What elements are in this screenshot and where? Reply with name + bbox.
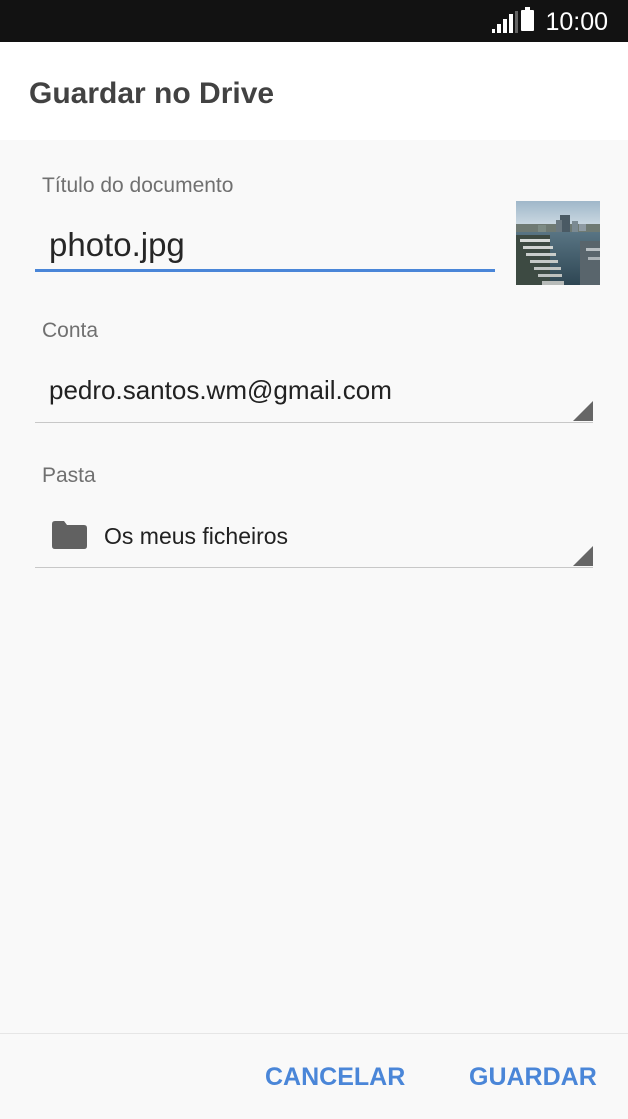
status-bar: 10:00: [0, 0, 628, 42]
document-title-input[interactable]: [35, 220, 495, 272]
save-button[interactable]: GUARDAR: [469, 1062, 597, 1092]
folder-label: Pasta: [42, 464, 96, 487]
battery-icon: [521, 7, 534, 31]
account-label: Conta: [42, 319, 99, 342]
cancel-button[interactable]: CANCELAR: [265, 1062, 405, 1092]
account-value: pedro.santos.wm@gmail.com: [49, 375, 392, 405]
page-title: Guardar no Drive: [29, 77, 275, 110]
folder-icon: [52, 521, 87, 549]
document-title-label: Título do documento: [42, 174, 234, 197]
signal-icon: [492, 11, 518, 33]
dropdown-arrow-icon: [573, 546, 593, 566]
account-dropdown[interactable]: pedro.santos.wm@gmail.com: [35, 364, 593, 423]
action-bar: CANCELAR GUARDAR: [0, 1033, 628, 1119]
dropdown-arrow-icon: [573, 401, 593, 421]
app-bar: Guardar no Drive: [0, 42, 628, 140]
folder-value: Os meus ficheiros: [104, 523, 289, 549]
status-time: 10:00: [545, 8, 608, 36]
folder-dropdown[interactable]: Os meus ficheiros: [35, 509, 593, 568]
photo-thumbnail: [516, 201, 600, 285]
